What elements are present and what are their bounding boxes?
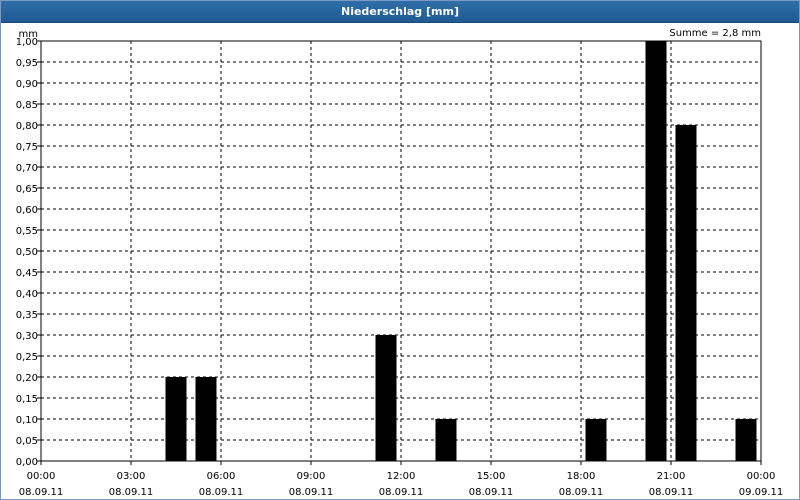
x-tick-time-label: 06:00 [207, 471, 236, 482]
y-tick-label: 0,25 [16, 352, 38, 363]
y-tick-label: 0,45 [16, 268, 38, 279]
chart-window: Niederschlag [mm] Summe = 2,8 mm 0,00 0,0… [0, 0, 800, 500]
x-tick-date-label: 08.09.11 [289, 487, 334, 498]
precipitation-bar [645, 41, 667, 461]
y-tick-label: 0,35 [16, 310, 38, 321]
x-tick-date-label: 08.09.11 [469, 487, 514, 498]
y-tick-label: 0,05 [16, 436, 38, 447]
x-tick-date-label: 08.09.11 [649, 487, 694, 498]
y-tick-label: 0,70 [16, 163, 38, 174]
y-tick-label: 0,60 [16, 205, 38, 216]
y-tick-label: 0,15 [16, 394, 38, 405]
y-tick-label: 0,10 [16, 415, 38, 426]
y-tick-label: 0,55 [16, 226, 38, 237]
precipitation-chart: 0,00 0,05 0,10 0,15 0,20 0,25 0,30 0,35 0,40 0,45… [16, 29, 784, 498]
y-tick-label: 0,95 [16, 58, 38, 69]
y-tick-label: 0,00 [16, 457, 38, 468]
y-tick-label: 0,80 [16, 121, 38, 132]
precipitation-bar [375, 335, 397, 461]
precipitation-bar [675, 125, 697, 461]
x-tick-date-label: 09.09.11 [739, 487, 784, 498]
y-tick-label: 0,50 [16, 247, 38, 258]
x-tick-time-label: 00:00 [27, 471, 56, 482]
y-tick-label: 0,90 [16, 79, 38, 90]
y-tick-label: 0,75 [16, 142, 38, 153]
precipitation-bar [585, 419, 607, 461]
precipitation-bar [165, 377, 187, 461]
x-tick-time-label: 00:00 [747, 471, 776, 482]
precipitation-bar [435, 419, 457, 461]
x-tick-time-label: 18:00 [567, 471, 596, 482]
y-tick-label: 0,85 [16, 100, 38, 111]
x-tick-time-label: 03:00 [117, 471, 146, 482]
y-tick-label: 0,30 [16, 331, 38, 342]
x-tick-date-label: 08.09.11 [109, 487, 154, 498]
x-tick-date-label: 08.09.11 [199, 487, 244, 498]
x-tick-time-label: 12:00 [387, 471, 416, 482]
y-tick-label: 0,20 [16, 373, 38, 384]
x-tick-time-label: 21:00 [657, 471, 686, 482]
y-tick-label: 0,65 [16, 184, 38, 195]
x-tick-time-label: 09:00 [297, 471, 326, 482]
x-tick-date-label: 08.09.11 [379, 487, 424, 498]
x-tick-date-label: 08.09.11 [559, 487, 604, 498]
x-tick-date-label: 08.09.11 [19, 487, 64, 498]
y-tick-label: 0,40 [16, 289, 38, 300]
y-axis-unit-label: mm [19, 29, 38, 40]
precipitation-bar [735, 419, 757, 461]
x-tick-time-label: 15:00 [477, 471, 506, 482]
precipitation-bar [195, 377, 217, 461]
